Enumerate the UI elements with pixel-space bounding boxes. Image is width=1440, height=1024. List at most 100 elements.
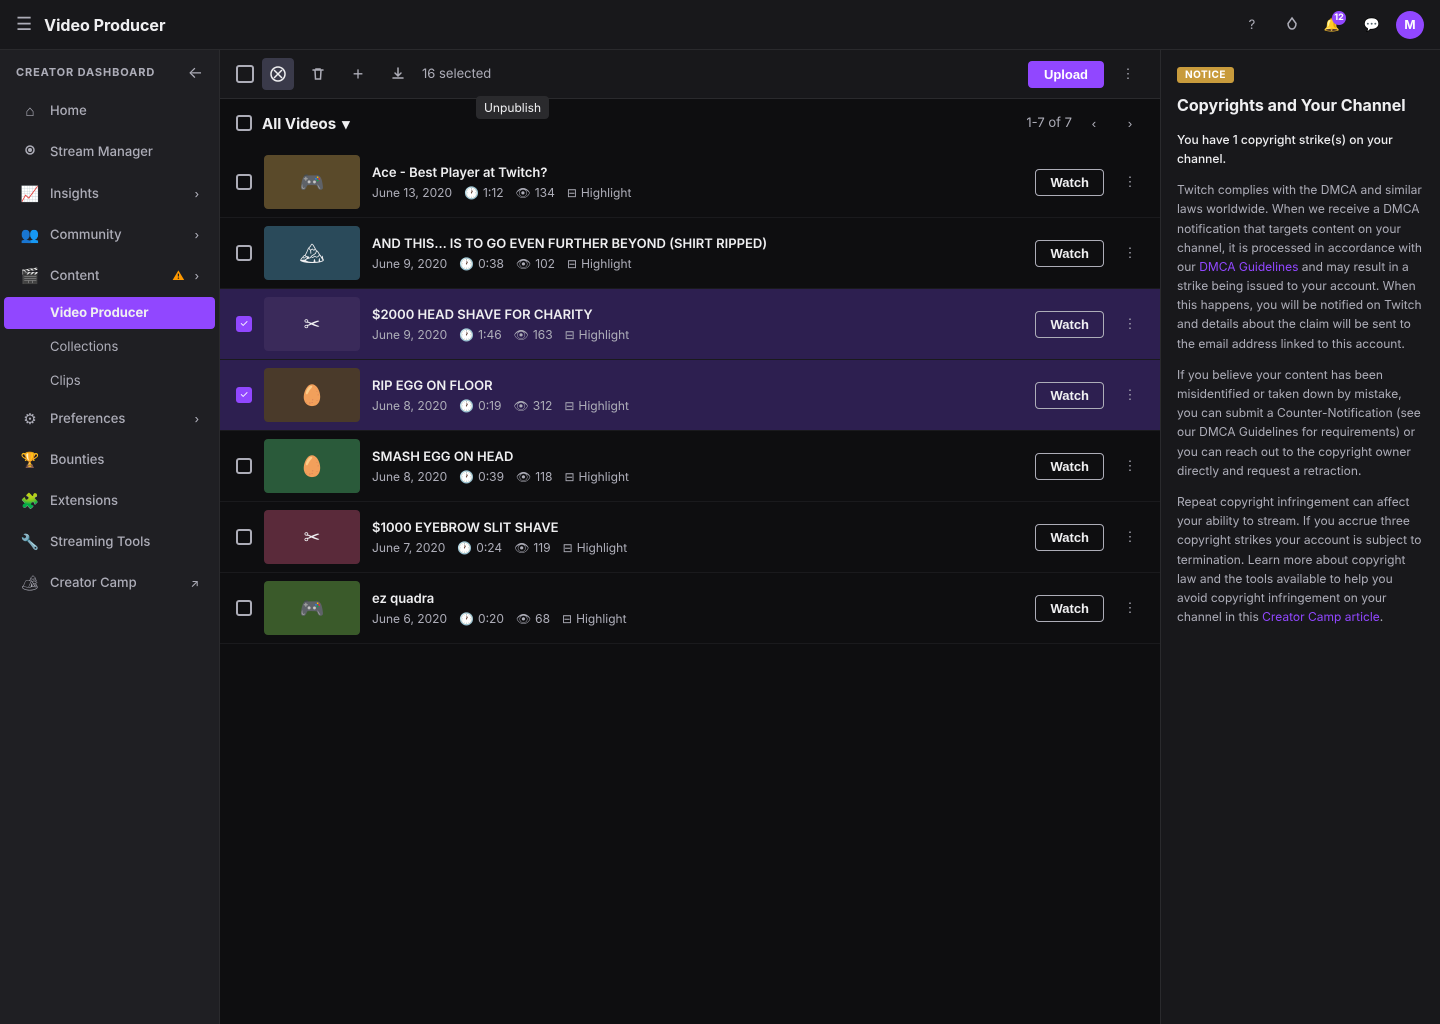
video-title: $2000 HEAD SHAVE FOR CHARITY [372,307,1023,323]
streaming-tools-icon: 🔧 [20,532,40,551]
table-row[interactable]: 🎮 ez quadra June 6, 2020 🕐 0:20 👁 68 [220,573,1160,644]
row-checkbox[interactable] [236,174,252,190]
watch-button[interactable]: Watch [1035,453,1104,480]
hamburger-icon[interactable]: ☰ [16,14,32,35]
row-checkbox[interactable] [236,600,252,616]
table-row[interactable]: 🎮 Ace - Best Player at Twitch? June 13, … [220,147,1160,218]
notice-title: Copyrights and Your Channel [1177,95,1424,116]
notifications-badge: 12 [1332,11,1346,25]
type-icon: ⊟ [567,185,577,200]
row-more-button[interactable]: ⋮ [1116,239,1144,267]
video-meta: June 7, 2020 🕐 0:24 👁 119 ⊟ [372,540,1023,555]
community-icon: 👥 [20,225,40,244]
video-duration: 🕐 1:46 [459,327,501,342]
video-title: SMASH EGG ON HEAD [372,449,1023,465]
row-checkbox[interactable] [236,529,252,545]
views-icon: 👁 [516,469,531,484]
sidebar-item-stream-manager[interactable]: Stream Manager [4,132,215,172]
pagination-prev-button[interactable]: ‹ [1080,109,1108,137]
table-row[interactable]: ✂ $1000 EYEBROW SLIT SHAVE June 7, 2020 … [220,502,1160,573]
video-thumbnail: 🏔 [264,226,360,280]
sidebar-item-preferences[interactable]: ⚙ Preferences › [4,399,215,438]
watch-button[interactable]: Watch [1035,382,1104,409]
video-date: June 9, 2020 [372,327,447,342]
sidebar-back-btn[interactable]: ← [188,62,203,82]
watch-button[interactable]: Watch [1035,240,1104,267]
type-icon: ⊟ [564,469,574,484]
download-button[interactable] [382,58,414,90]
row-checkbox[interactable] [236,458,252,474]
table-row[interactable]: 🏔 AND THIS... IS TO GO EVEN FURTHER BEYO… [220,218,1160,289]
watch-button[interactable]: Watch [1035,524,1104,551]
row-more-button[interactable]: ⋮ [1116,381,1144,409]
video-thumbnail: 🥚 [264,368,360,422]
unpublish-button[interactable] [262,58,294,90]
upload-button[interactable]: Upload [1028,61,1104,88]
clock-icon: 🕐 [459,611,474,626]
sidebar-item-content[interactable]: 🎬 Content ⚠ › [4,256,215,295]
views-icon: 👁 [513,398,528,413]
more-options-button[interactable]: ⋮ [1112,58,1144,90]
external-link-icon: ↗ [190,576,199,590]
insights-icon: 📈 [20,184,40,203]
video-views: 👁 68 [516,611,550,626]
sidebar-item-creator-camp[interactable]: 🏕 Creator Camp ↗ [4,563,215,602]
video-info: ez quadra June 6, 2020 🕐 0:20 👁 68 [372,591,1023,626]
row-more-button[interactable]: ⋮ [1116,594,1144,622]
dmca-guidelines-link[interactable]: DMCA Guidelines [1199,259,1298,274]
sidebar-item-home[interactable]: ⌂ Home [4,91,215,130]
row-more-button[interactable]: ⋮ [1116,310,1144,338]
video-meta: June 8, 2020 🕐 0:39 👁 118 ⊟ [372,469,1023,484]
watch-button[interactable]: Watch [1035,595,1104,622]
sidebar-sub-item-collections[interactable]: Collections [4,331,215,363]
sidebar-sub-item-video-producer[interactable]: Video Producer [4,297,215,329]
row-checkbox[interactable] [236,245,252,261]
video-type: ⊟ Highlight [567,185,632,200]
watch-button[interactable]: Watch [1035,169,1104,196]
video-views: 👁 312 [513,398,552,413]
sidebar-item-bounties[interactable]: 🏆 Bounties [4,440,215,479]
notice-paragraph-2: Twitch complies with the DMCA and simila… [1177,180,1424,353]
add-button[interactable]: + [342,58,374,90]
pagination-info: 1-7 of 7 [1026,115,1072,131]
help-icon-btn[interactable]: ? [1236,9,1268,41]
avatar[interactable]: M [1396,11,1424,39]
drops-icon-btn[interactable] [1276,9,1308,41]
creator-label: CREATOR DASHBOARD [16,65,180,79]
notice-body: You have 1 copyright strike(s) on your c… [1177,130,1424,627]
chat-icon-btn[interactable]: 💬 [1356,9,1388,41]
row-more-button[interactable]: ⋮ [1116,523,1144,551]
table-row[interactable]: 🥚 SMASH EGG ON HEAD June 8, 2020 🕐 0:39 … [220,431,1160,502]
sidebar-item-extensions[interactable]: 🧩 Extensions [4,481,215,520]
table-row[interactable]: ✓ 🥚 RIP EGG ON FLOOR June 8, 2020 🕐 0:19… [220,360,1160,431]
video-title: ez quadra [372,591,1023,607]
video-date: June 7, 2020 [372,540,445,555]
table-row[interactable]: ✓ ✂ $2000 HEAD SHAVE FOR CHARITY June 9,… [220,289,1160,360]
sidebar-item-community[interactable]: 👥 Community › [4,215,215,254]
row-more-button[interactable]: ⋮ [1116,452,1144,480]
pagination-controls: 1-7 of 7 ‹ › [1026,109,1144,137]
video-title: Ace - Best Player at Twitch? [372,165,1023,181]
video-type: ⊟ Highlight [562,611,627,626]
type-icon: ⊟ [565,327,575,342]
content-icon: 🎬 [20,266,40,285]
delete-button[interactable] [302,58,334,90]
all-videos-dropdown[interactable]: All Videos ▾ [262,114,350,133]
sidebar-item-streaming-tools[interactable]: 🔧 Streaming Tools [4,522,215,561]
header-select-checkbox[interactable] [236,115,252,131]
select-all-checkbox[interactable] [236,65,254,83]
creator-camp-link[interactable]: Creator Camp article [1262,609,1380,624]
notifications-icon-btn[interactable]: 🔔 12 [1316,9,1348,41]
row-checkbox[interactable]: ✓ [236,387,252,403]
watch-button[interactable]: Watch [1035,311,1104,338]
clock-icon: 🕐 [459,398,474,413]
video-type: ⊟ Highlight [567,256,632,271]
row-more-button[interactable]: ⋮ [1116,168,1144,196]
pagination-next-button[interactable]: › [1116,109,1144,137]
video-date: June 9, 2020 [372,256,447,271]
row-checkbox[interactable]: ✓ [236,316,252,332]
sidebar-sub-item-clips[interactable]: Clips [4,365,215,397]
sidebar-item-insights[interactable]: 📈 Insights › [4,174,215,213]
top-nav-right: ? 🔔 12 💬 M [1236,9,1424,41]
clock-icon: 🕐 [457,540,472,555]
